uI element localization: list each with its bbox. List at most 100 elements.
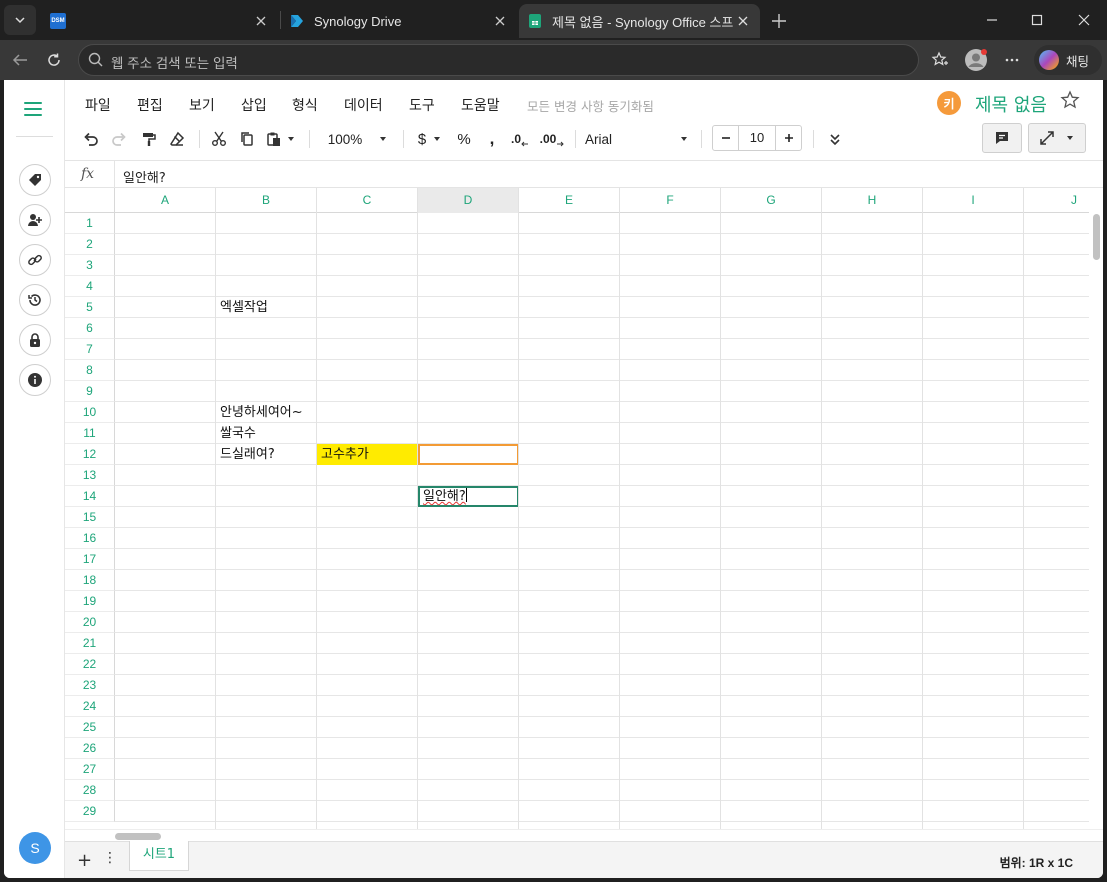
new-tab-button[interactable] bbox=[766, 8, 792, 34]
column-header-b[interactable]: B bbox=[216, 188, 317, 213]
user-avatar[interactable]: S bbox=[19, 832, 51, 864]
close-icon[interactable] bbox=[252, 12, 270, 30]
vertical-scroll-thumb[interactable] bbox=[1093, 214, 1100, 260]
row-header-21[interactable]: 21 bbox=[65, 633, 115, 654]
maximize-button[interactable] bbox=[1023, 6, 1051, 34]
comments-button[interactable] bbox=[982, 123, 1022, 153]
column-header-a[interactable]: A bbox=[115, 188, 216, 213]
column-header-i[interactable]: I bbox=[923, 188, 1024, 213]
row-header-24[interactable]: 24 bbox=[65, 696, 115, 717]
share-user-button[interactable] bbox=[19, 204, 51, 236]
row-header-18[interactable]: 18 bbox=[65, 570, 115, 591]
row-header-5[interactable]: 5 bbox=[65, 297, 115, 318]
row-header-17[interactable]: 17 bbox=[65, 549, 115, 570]
column-header-g[interactable]: G bbox=[721, 188, 822, 213]
menu-toggle-button[interactable] bbox=[24, 102, 46, 118]
spreadsheet-grid[interactable]: ABCDEFGHIJ 엑셀작업 안녕하세여어~ 쌀국수 드실래여? 고수추가 일… bbox=[65, 188, 1089, 829]
cell-d14-editor[interactable]: 일안해? bbox=[418, 486, 519, 507]
row-header-10[interactable]: 10 bbox=[65, 402, 115, 423]
increase-decimal-button[interactable]: .00 bbox=[537, 127, 567, 151]
row-header-19[interactable]: 19 bbox=[65, 591, 115, 612]
menu-data[interactable]: 데이터 bbox=[344, 95, 383, 115]
collaborator-badge[interactable]: 키 bbox=[937, 91, 961, 115]
row-header-4[interactable]: 4 bbox=[65, 276, 115, 297]
row-header-2[interactable]: 2 bbox=[65, 234, 115, 255]
redo-button[interactable] bbox=[107, 127, 131, 151]
refresh-button[interactable] bbox=[40, 46, 68, 74]
increase-font-size-button[interactable] bbox=[775, 126, 801, 150]
column-header-f[interactable]: F bbox=[620, 188, 721, 213]
menu-format[interactable]: 형식 bbox=[292, 95, 318, 115]
menu-file[interactable]: 파일 bbox=[85, 95, 111, 115]
paste-button[interactable] bbox=[263, 127, 299, 151]
tag-button[interactable] bbox=[19, 164, 51, 196]
decrease-decimal-button[interactable]: .0 bbox=[507, 127, 533, 151]
profile-button[interactable] bbox=[962, 46, 990, 74]
tab-synology-drive[interactable]: Synology Drive bbox=[281, 4, 517, 38]
info-button[interactable] bbox=[19, 364, 51, 396]
cell-d12-selection[interactable] bbox=[418, 444, 519, 465]
link-button[interactable] bbox=[19, 244, 51, 276]
undo-button[interactable] bbox=[79, 127, 103, 151]
copilot-chat-button[interactable]: 채팅 bbox=[1034, 45, 1102, 75]
minimize-button[interactable] bbox=[978, 6, 1006, 34]
column-header-h[interactable]: H bbox=[822, 188, 923, 213]
row-header-13[interactable]: 13 bbox=[65, 465, 115, 486]
address-bar[interactable]: 웹 주소 검색 또는 입력 bbox=[78, 44, 919, 76]
menu-edit[interactable]: 편집 bbox=[137, 95, 163, 115]
row-header-14[interactable]: 14 bbox=[65, 486, 115, 507]
menu-insert[interactable]: 삽입 bbox=[241, 95, 267, 115]
back-button[interactable] bbox=[6, 46, 34, 74]
lock-button[interactable] bbox=[19, 324, 51, 356]
close-window-button[interactable] bbox=[1070, 6, 1098, 34]
vertical-scrollbar[interactable] bbox=[1089, 188, 1103, 829]
row-header-26[interactable]: 26 bbox=[65, 738, 115, 759]
row-header-15[interactable]: 15 bbox=[65, 507, 115, 528]
row-header-28[interactable]: 28 bbox=[65, 780, 115, 801]
star-icon[interactable] bbox=[1060, 90, 1080, 110]
row-header-1[interactable]: 1 bbox=[65, 213, 115, 234]
paint-format-button[interactable] bbox=[137, 127, 161, 151]
favorites-button[interactable] bbox=[926, 46, 954, 74]
tab-synology-office-sheet[interactable]: 제목 없음 - Synology Office 스프레 bbox=[519, 4, 760, 38]
row-header-20[interactable]: 20 bbox=[65, 612, 115, 633]
row-header-12[interactable]: 12 bbox=[65, 444, 115, 465]
column-header-j[interactable]: J bbox=[1024, 188, 1089, 213]
close-icon[interactable] bbox=[491, 12, 509, 30]
cell-b5[interactable]: 엑셀작업 bbox=[216, 297, 317, 318]
percent-format-button[interactable]: % bbox=[453, 127, 475, 151]
fullscreen-button[interactable] bbox=[1028, 123, 1086, 153]
close-icon[interactable] bbox=[734, 12, 752, 30]
zoom-select[interactable]: 100% bbox=[323, 127, 393, 151]
tab-dsm[interactable]: DSM bbox=[42, 4, 278, 38]
copy-button[interactable] bbox=[235, 127, 259, 151]
row-header-25[interactable]: 25 bbox=[65, 717, 115, 738]
column-header-e[interactable]: E bbox=[519, 188, 620, 213]
more-menu-button[interactable] bbox=[998, 46, 1026, 74]
history-button[interactable] bbox=[19, 284, 51, 316]
row-header-3[interactable]: 3 bbox=[65, 255, 115, 276]
add-sheet-button[interactable]: + bbox=[77, 850, 92, 871]
cut-button[interactable] bbox=[207, 127, 231, 151]
cell-b12[interactable]: 드실래여? bbox=[216, 444, 317, 465]
cell-b11[interactable]: 쌀국수 bbox=[216, 423, 317, 444]
font-family-select[interactable]: Arial bbox=[581, 127, 691, 151]
font-size-input[interactable]: 10 bbox=[739, 130, 775, 145]
menu-tools[interactable]: 도구 bbox=[409, 95, 435, 115]
decrease-font-size-button[interactable] bbox=[713, 126, 739, 150]
row-header-16[interactable]: 16 bbox=[65, 528, 115, 549]
row-header-6[interactable]: 6 bbox=[65, 318, 115, 339]
row-header-29[interactable]: 29 bbox=[65, 801, 115, 822]
row-header-9[interactable]: 9 bbox=[65, 381, 115, 402]
column-header-c[interactable]: C bbox=[317, 188, 418, 213]
menu-help[interactable]: 도움말 bbox=[461, 95, 500, 115]
row-header-22[interactable]: 22 bbox=[65, 654, 115, 675]
tab-actions-button[interactable] bbox=[4, 5, 36, 35]
row-header-7[interactable]: 7 bbox=[65, 339, 115, 360]
comma-format-button[interactable]: , bbox=[483, 127, 501, 151]
horizontal-scrollbar[interactable] bbox=[65, 829, 1103, 841]
more-tools-button[interactable] bbox=[823, 127, 847, 151]
row-header-27[interactable]: 27 bbox=[65, 759, 115, 780]
row-header-23[interactable]: 23 bbox=[65, 675, 115, 696]
row-header-11[interactable]: 11 bbox=[65, 423, 115, 444]
